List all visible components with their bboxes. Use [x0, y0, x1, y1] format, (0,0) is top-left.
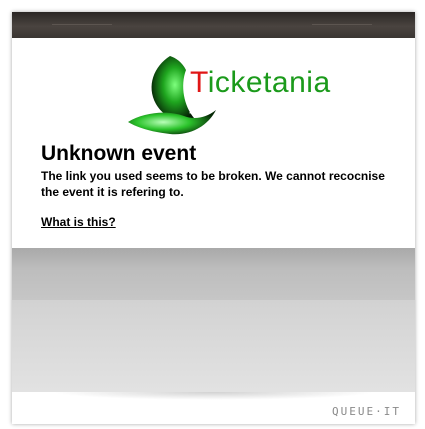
logo-wordmark: Ticketania [190, 68, 331, 98]
logo-wordmark-lead: T [190, 66, 208, 99]
footer-shadow [52, 392, 375, 400]
content-area: Ticketania Unknown event The link you us… [12, 38, 415, 248]
queue-it-brand: QUEUE·IT [332, 405, 401, 418]
top-bar [12, 12, 415, 38]
page: Ticketania Unknown event The link you us… [0, 0, 425, 429]
error-message: The link you used seems to be broken. We… [41, 169, 385, 199]
error-title: Unknown event [41, 142, 197, 165]
queue-card: Ticketania Unknown event The link you us… [12, 12, 415, 424]
gray-band-light [12, 300, 415, 392]
logo-wordmark-rest: icketania [207, 66, 331, 99]
footer: QUEUE·IT [12, 392, 415, 424]
what-is-this-link[interactable]: What is this? [41, 215, 116, 229]
top-bar-groove-right [312, 24, 372, 25]
gray-band-dark [12, 248, 415, 300]
top-bar-groove-left [52, 24, 112, 25]
